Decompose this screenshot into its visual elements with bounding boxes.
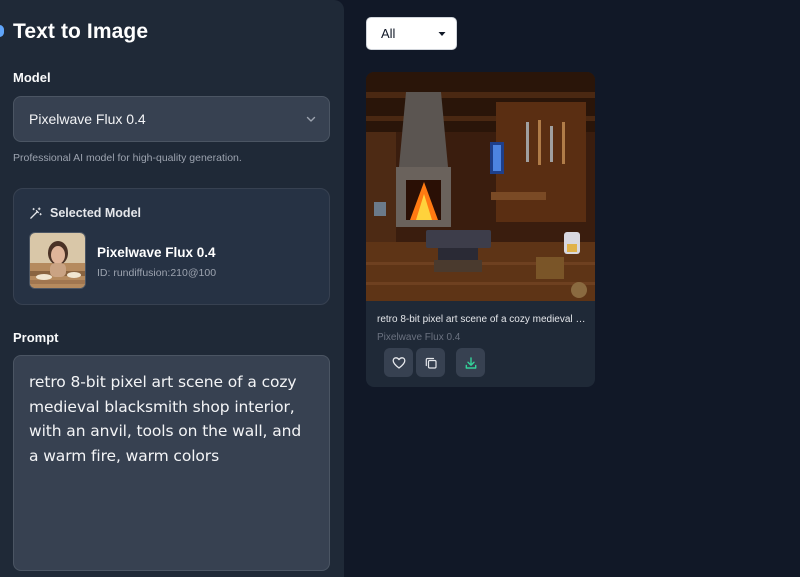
panel-edge-indicator: [0, 25, 4, 37]
heart-icon: [392, 356, 405, 369]
page-title: Text to Image: [13, 20, 149, 43]
settings-panel: Text to Image Model Pixelwave Flux 0.4 P…: [0, 0, 344, 577]
magic-wand-icon: [30, 206, 42, 219]
selected-model-heading: Selected Model: [29, 206, 141, 220]
model-label: Model: [13, 70, 51, 85]
result-model: Pixelwave Flux 0.4: [377, 332, 461, 343]
copy-icon: [425, 357, 437, 369]
chevron-down-icon: [306, 116, 316, 122]
copy-button[interactable]: [416, 348, 445, 377]
prompt-label: Prompt: [13, 330, 59, 345]
download-button[interactable]: [456, 348, 485, 377]
result-caption: retro 8-bit pixel art scene of a cozy me…: [377, 314, 587, 325]
gallery-filter-select[interactable]: All: [366, 17, 457, 50]
result-card[interactable]: retro 8-bit pixel art scene of a cozy me…: [366, 72, 595, 387]
model-select-value: Pixelwave Flux 0.4: [29, 111, 146, 127]
model-helper-text: Professional AI model for high-quality g…: [13, 152, 242, 164]
favorite-button[interactable]: [384, 348, 413, 377]
prompt-textarea[interactable]: retro 8-bit pixel art scene of a cozy me…: [13, 355, 330, 571]
selected-model-card: Selected Model Pixelwave Flux 0.4 ID: ru…: [13, 188, 330, 305]
model-select[interactable]: Pixelwave Flux 0.4: [13, 96, 330, 142]
generated-image[interactable]: [366, 72, 595, 301]
download-icon: [465, 356, 476, 369]
selected-model-id: ID: rundiffusion:210@100: [97, 267, 217, 279]
model-thumbnail: [29, 232, 86, 289]
chevron-down-icon: [438, 32, 446, 36]
selected-model-heading-text: Selected Model: [50, 206, 141, 220]
gallery-filter-value: All: [381, 26, 396, 41]
selected-model-name: Pixelwave Flux 0.4: [97, 245, 216, 260]
